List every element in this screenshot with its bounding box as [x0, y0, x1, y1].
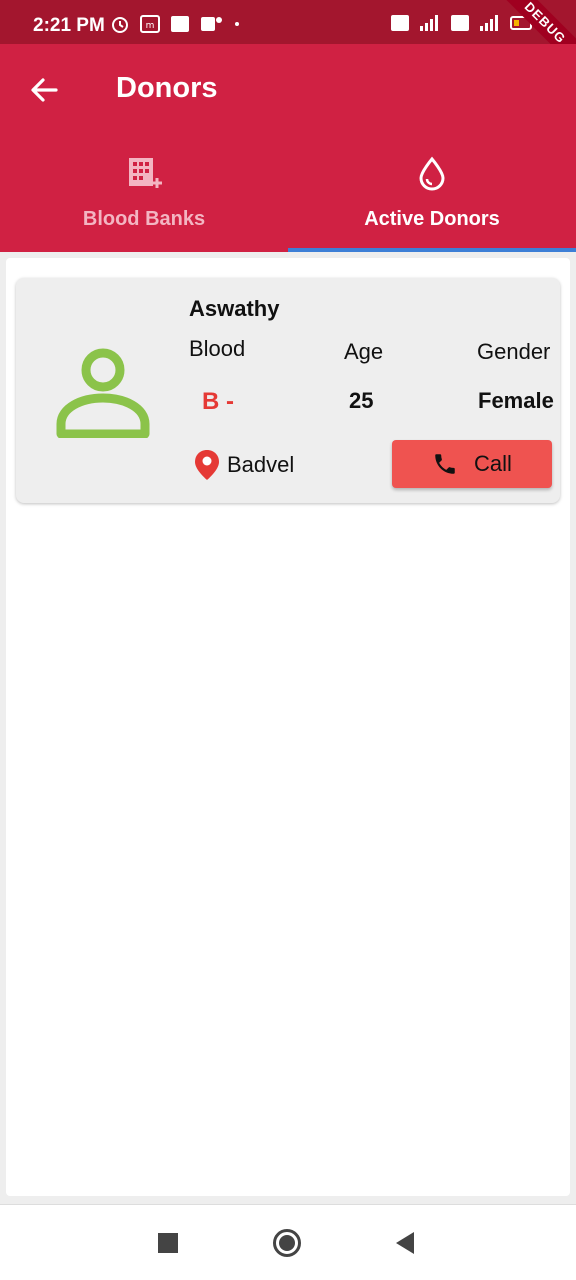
- app-bar: Donors Blood Banks Active Donors: [0, 44, 576, 252]
- person-icon: [56, 348, 150, 438]
- system-nav-bar: [0, 1204, 576, 1280]
- back-triangle-icon[interactable]: [396, 1232, 414, 1254]
- home-icon[interactable]: [273, 1229, 301, 1257]
- gender-value: Female: [478, 388, 554, 413]
- signal-icon: [420, 15, 438, 31]
- message-icon: m: [140, 15, 160, 33]
- status-notification-icons: m: [110, 14, 240, 34]
- age-label: Age: [344, 339, 384, 364]
- location-pin-icon: [195, 450, 219, 480]
- svg-text:m: m: [146, 21, 155, 31]
- phone-icon: [435, 454, 455, 474]
- tab-label-active-donors: Active Donors: [364, 208, 500, 230]
- donor-location: Badvel: [193, 448, 294, 482]
- dot-icon: [235, 22, 239, 26]
- hospital-icon: [129, 158, 162, 188]
- arrow-back-icon[interactable]: [26, 72, 62, 108]
- location-text: Badvel: [227, 452, 295, 477]
- tab-active-donors[interactable]: Active Donors: [288, 148, 576, 252]
- blood-group-value: B -: [202, 388, 234, 415]
- gender-label: Gender: [477, 339, 551, 364]
- blood-label: Blood: [189, 336, 246, 361]
- tab-label-blood-banks: Blood Banks: [82, 208, 206, 230]
- call-button[interactable]: Call: [392, 440, 552, 488]
- page-title: Donors: [116, 72, 218, 104]
- signal-4g-icon: [480, 15, 498, 31]
- alarm-icon: [112, 17, 128, 33]
- blood-drop-icon: [419, 156, 445, 191]
- call-button-label: Call: [474, 451, 512, 476]
- status-bar: 2:21 PM m DEBUG: [0, 0, 576, 77]
- donor-list: Aswathy Blood Age Gender B - 25 Female B…: [6, 258, 570, 1196]
- recents-icon[interactable]: [158, 1233, 178, 1253]
- status-system-icons: [390, 14, 536, 32]
- volte-icon: [391, 15, 409, 31]
- donor-name: Aswathy: [189, 296, 280, 321]
- tab-blood-banks[interactable]: Blood Banks: [0, 148, 288, 252]
- volte-icon: [451, 15, 469, 31]
- status-time: 2:21 PM: [33, 15, 105, 36]
- tab-indicator: [288, 248, 576, 252]
- donor-card[interactable]: Aswathy Blood Age Gender B - 25 Female B…: [16, 278, 560, 503]
- teams-icon: [201, 17, 222, 31]
- app-notification-icon: [171, 16, 189, 32]
- age-value: 25: [349, 388, 374, 413]
